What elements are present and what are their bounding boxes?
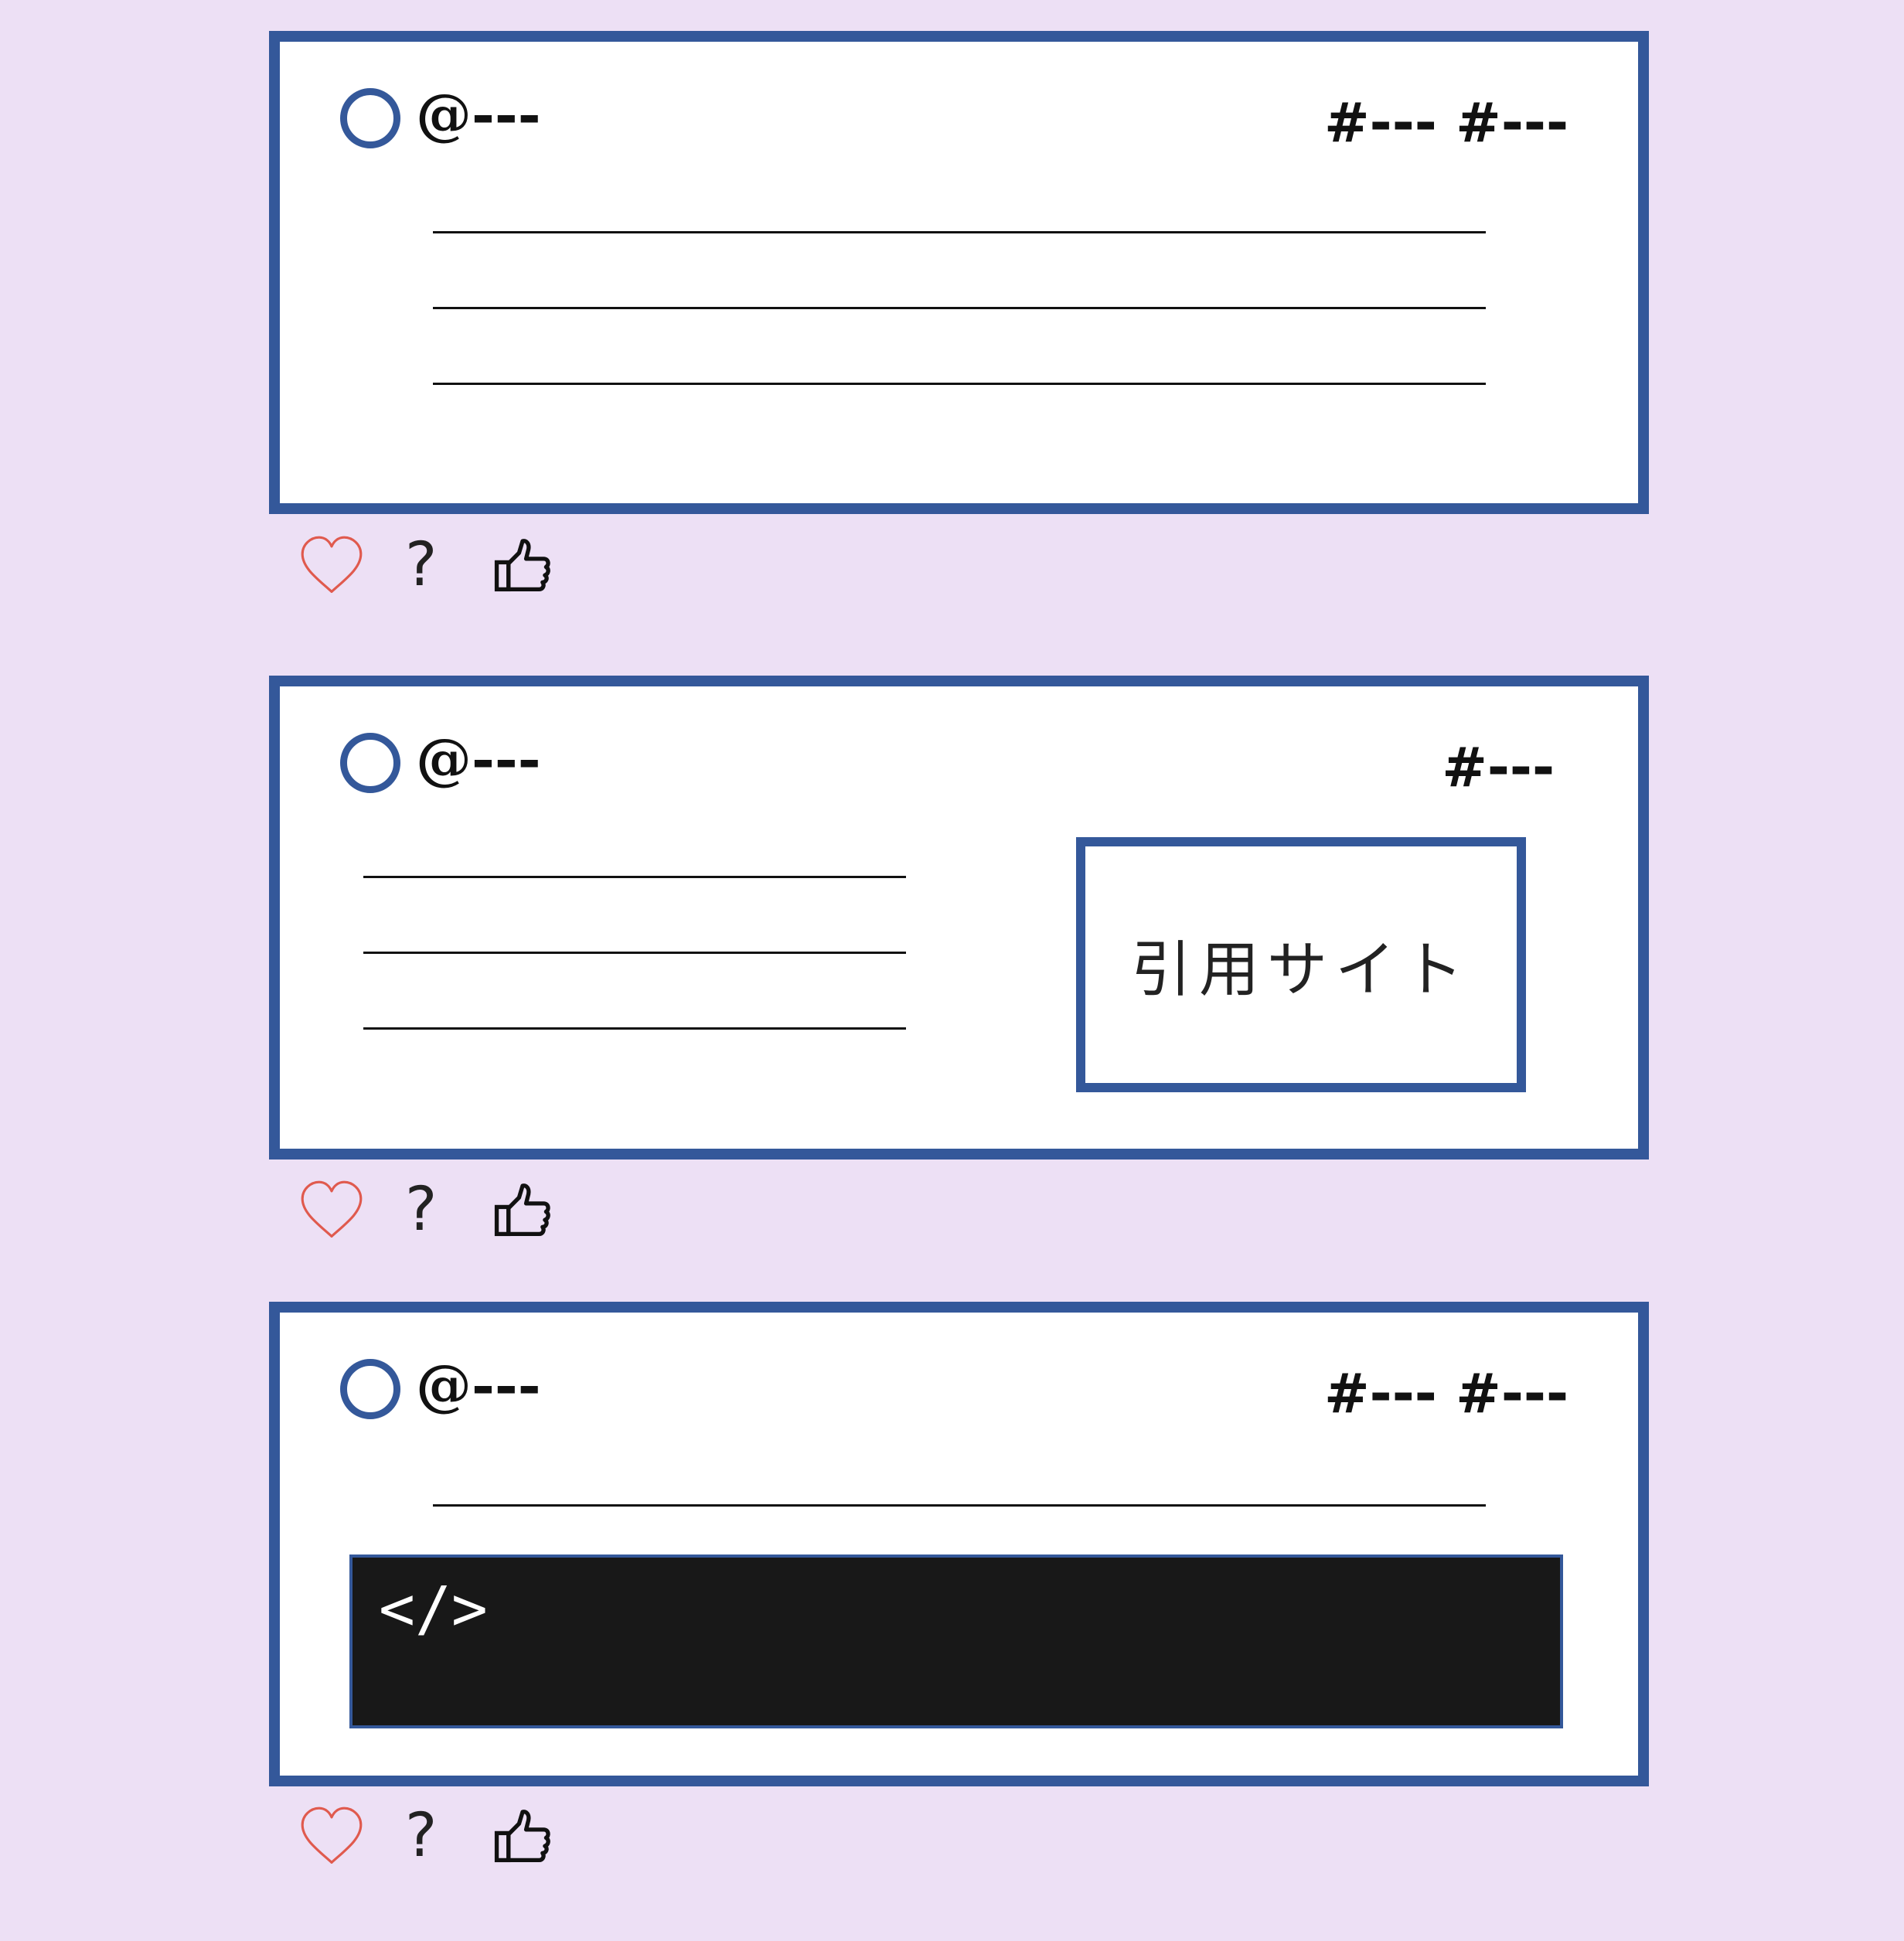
- hashtags[interactable]: #--- #---: [1324, 1367, 1569, 1421]
- text-line: [433, 1504, 1486, 1507]
- text-line: [363, 1027, 906, 1030]
- hashtags[interactable]: #---: [1442, 741, 1555, 795]
- heart-icon[interactable]: [297, 1177, 366, 1246]
- hashtags[interactable]: #--- #---: [1324, 96, 1569, 150]
- quoted-site-card[interactable]: 引用サイト: [1076, 837, 1526, 1092]
- question-button[interactable]: ?: [405, 1180, 437, 1240]
- question-button[interactable]: ?: [405, 535, 437, 595]
- thumbs-up-icon[interactable]: [493, 536, 552, 595]
- post-card-3: @--- #--- #--- </>: [269, 1302, 1649, 1786]
- user-handle[interactable]: @---: [416, 731, 541, 787]
- text-line: [433, 307, 1486, 309]
- user-handle[interactable]: @---: [416, 1357, 541, 1413]
- avatar[interactable]: [340, 88, 400, 148]
- post-card-2: @--- #--- 引用サイト: [269, 676, 1649, 1159]
- thumbs-up-icon[interactable]: [493, 1807, 552, 1866]
- text-line: [363, 952, 906, 954]
- user-handle[interactable]: @---: [416, 87, 541, 142]
- avatar[interactable]: [340, 733, 400, 793]
- question-button[interactable]: ?: [405, 1806, 437, 1866]
- code-block[interactable]: </>: [349, 1555, 1563, 1728]
- thumbs-up-icon[interactable]: [493, 1181, 552, 1240]
- text-line: [433, 383, 1486, 385]
- heart-icon[interactable]: [297, 1803, 366, 1872]
- post-card-1: @--- #--- #---: [269, 31, 1649, 514]
- text-line: [433, 231, 1486, 233]
- heart-icon[interactable]: [297, 532, 366, 601]
- code-icon: </>: [379, 1575, 488, 1644]
- avatar[interactable]: [340, 1359, 400, 1419]
- text-line: [363, 876, 906, 878]
- quoted-site-label: 引用サイト: [1130, 935, 1471, 1005]
